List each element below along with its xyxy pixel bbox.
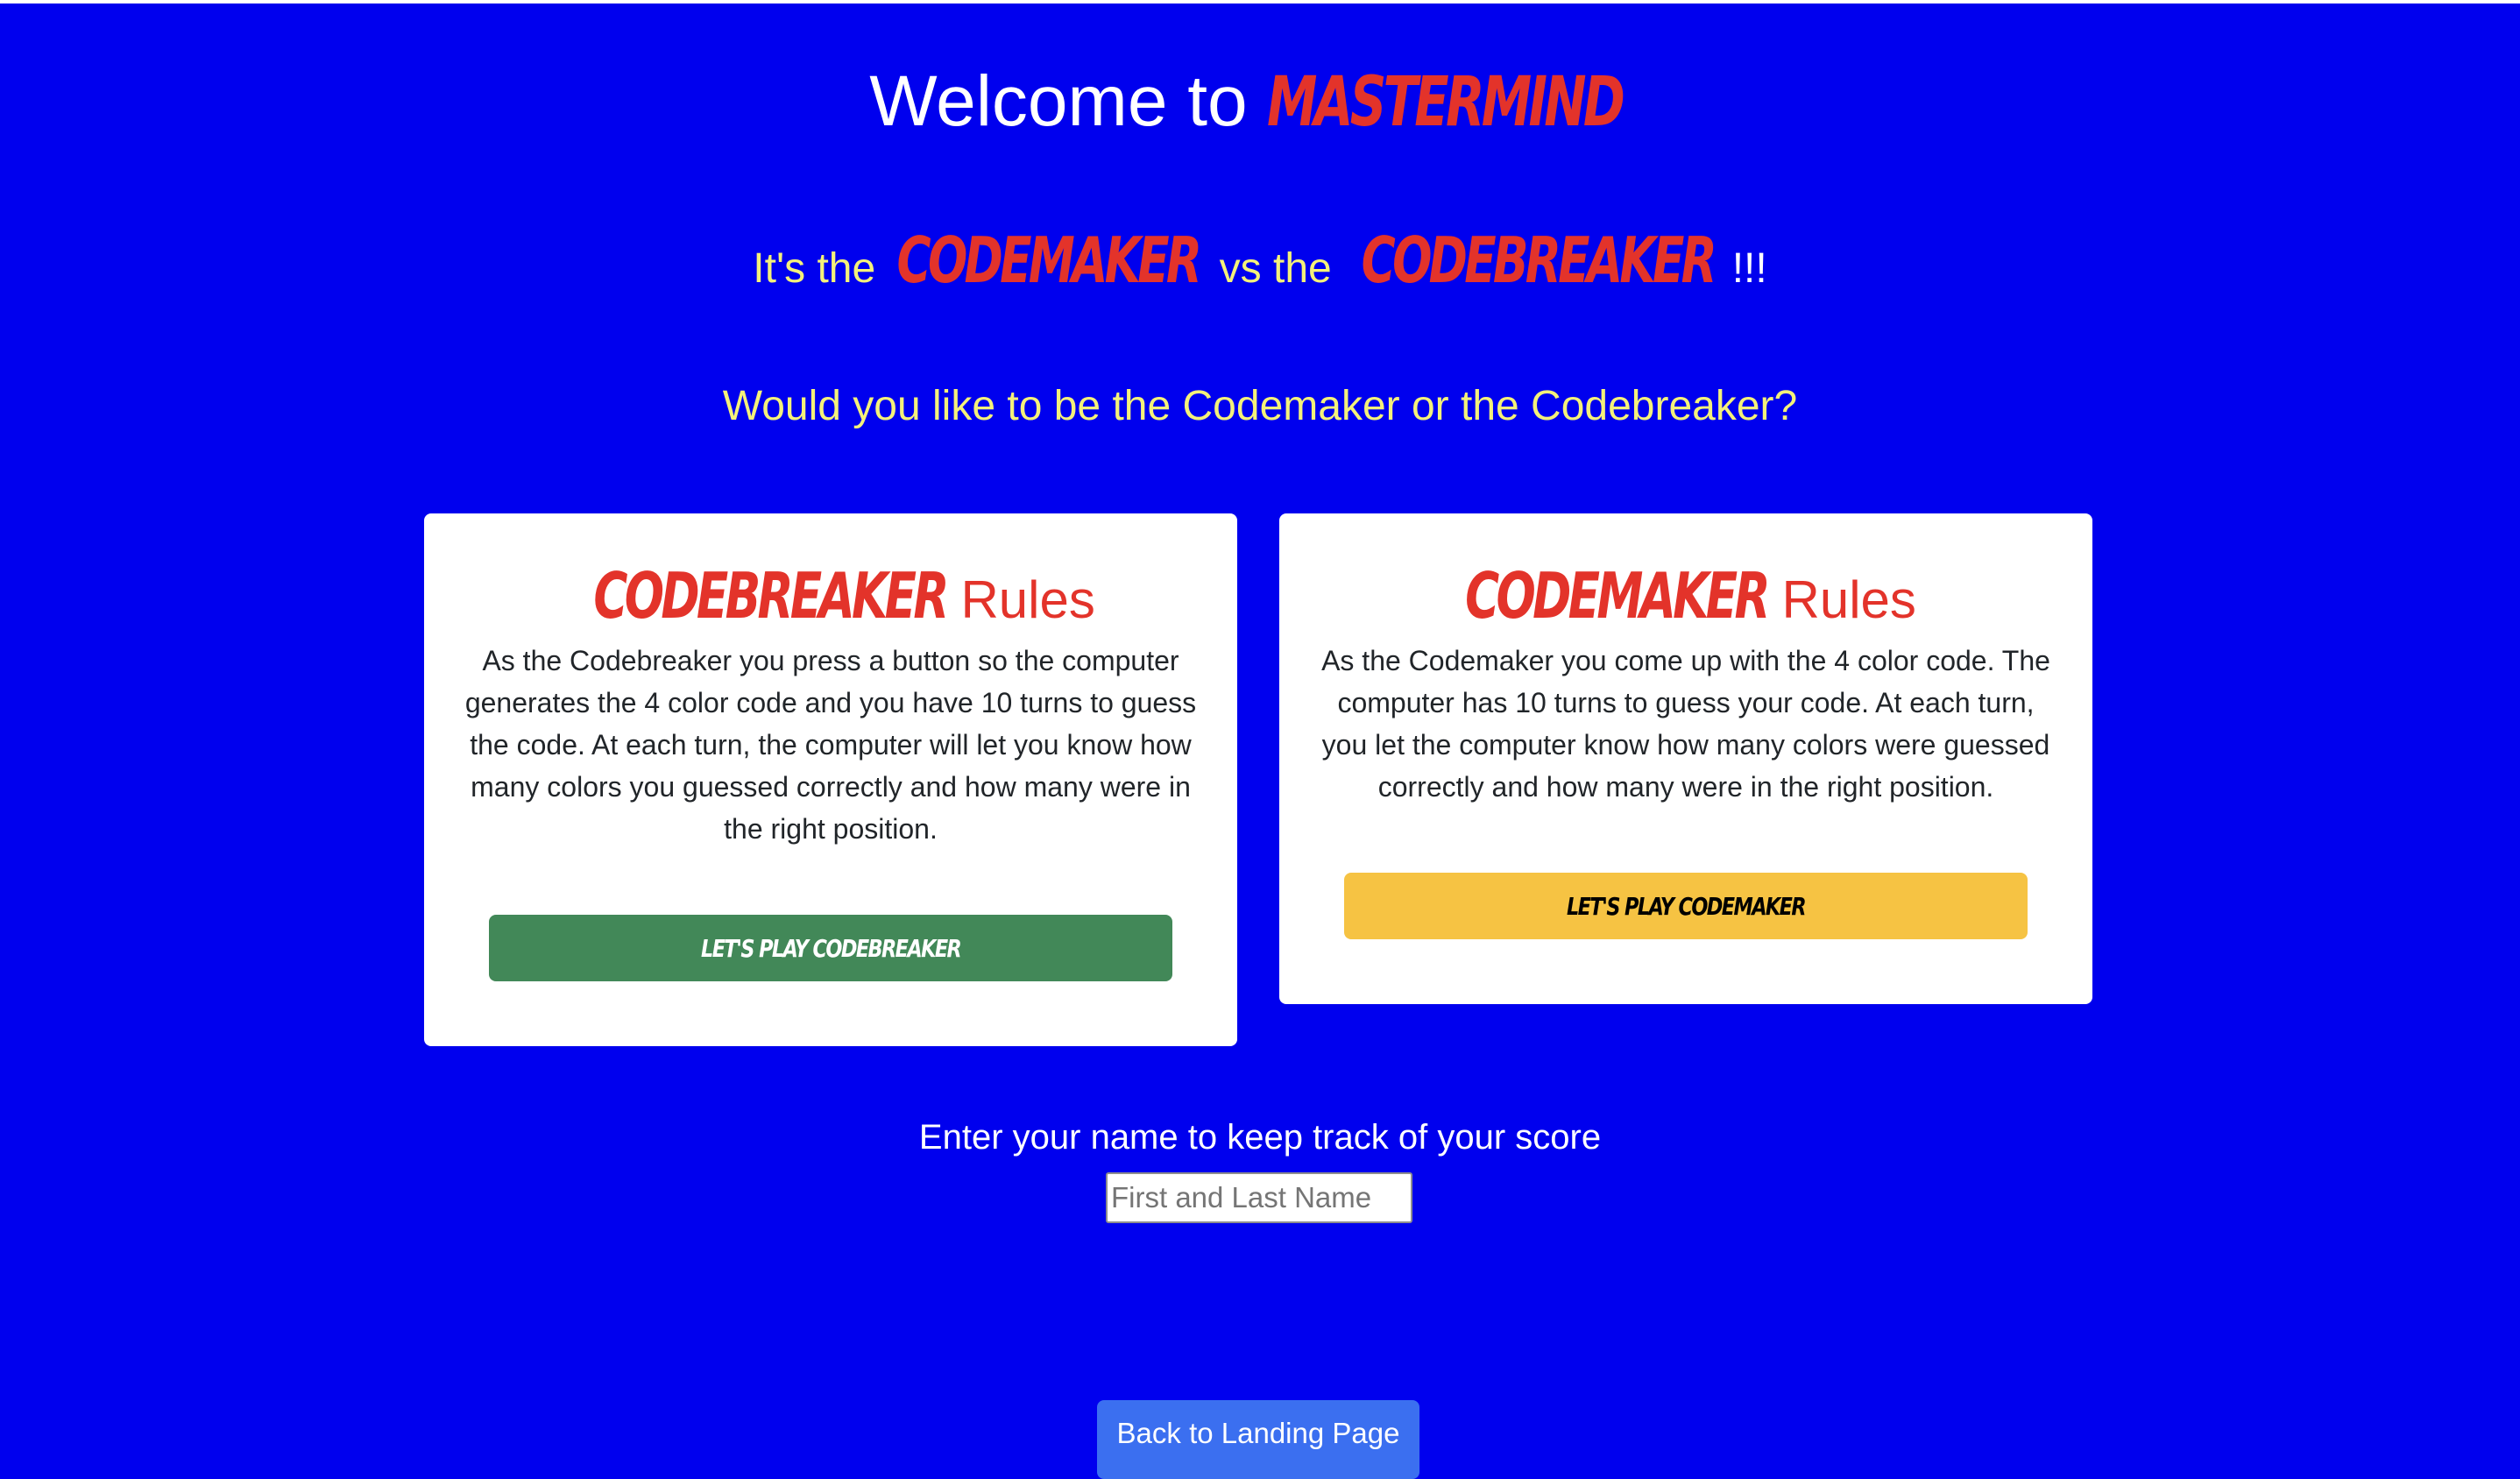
tagline-codebreaker: Codebreaker [1361,223,1717,297]
play-codemaker-label: Let's Play Codemaker [1566,891,1807,921]
play-codebreaker-button[interactable]: Let's Play Codebreaker [489,915,1172,981]
codebreaker-title-rules: Rules [960,570,1095,629]
tagline-codemaker: Codemaker [896,223,1201,297]
codemaker-title-rules: Rules [1781,570,1916,629]
name-entry-label: Enter your name to keep track of your sc… [918,1118,1602,1157]
codebreaker-rules-text: As the Codebreaker you press a button so… [464,645,1197,845]
codebreaker-title-brand: Codebreaker [593,559,949,633]
play-codebreaker-label: Let's Play Codebreaker [700,933,962,963]
welcome-text: Welcome to [869,61,1248,141]
role-question: Would you like to be the Codemaker or th… [722,383,1798,429]
codemaker-rules-card: Codemaker Rules As the Codemaker you com… [1279,513,2092,1004]
tagline-prefix: It's the [753,245,876,292]
codemaker-rules-text: As the Codemaker you come up with the 4 … [1321,645,2050,803]
tagline-suffix: !!! [1731,245,1767,292]
tagline-middle: vs the [1219,245,1332,292]
brand-name: Mastermind [1267,63,1625,142]
codemaker-card-title: Codemaker Rules [1279,552,2092,644]
name-input[interactable] [1106,1172,1412,1223]
codebreaker-card-title: Codebreaker Rules [424,552,1237,644]
page-title: Welcome to Mastermind [0,58,2520,146]
back-to-landing-button[interactable]: Back to Landing Page [1097,1400,1419,1479]
tagline: It's the Codemaker vs the Codebreaker!!! [0,221,2520,308]
codebreaker-rules-card: Codebreaker Rules As the Codebreaker you… [424,513,1237,1046]
play-codemaker-button[interactable]: Let's Play Codemaker [1344,873,2028,939]
codemaker-title-brand: Codemaker [1465,559,1770,633]
